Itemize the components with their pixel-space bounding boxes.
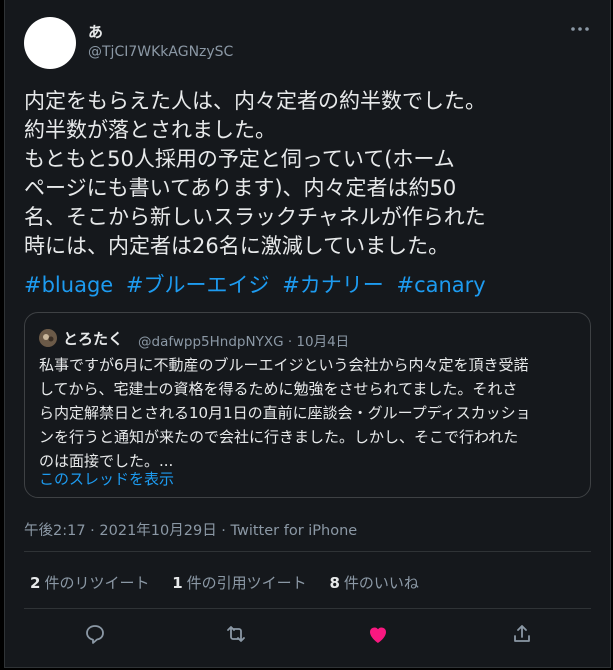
quoted-text-line: ら内定解禁日とされる10月1日の直前に座談会・グループディスカッショ [39, 404, 531, 422]
hashtag-link[interactable]: #canary [396, 273, 485, 297]
like-count-label: 件のいいね [343, 574, 419, 592]
more-options-icon[interactable] [569, 18, 591, 40]
tweet-text-line: 内定をもらえた人は、内々定者の約半数でした。 [24, 89, 486, 113]
reply-icon[interactable] [83, 622, 107, 646]
hashtag-link[interactable]: #bluage [24, 273, 113, 297]
quoted-text-line: ンを行うと通知が来たので会社に行きました。しかし、そこで行われた [39, 428, 519, 446]
like-count-number: 8 [329, 574, 340, 592]
divider [24, 551, 591, 552]
retweet-count-number: 2 [30, 574, 41, 592]
share-icon[interactable] [510, 622, 534, 646]
quoted-text-line: してから、宅建士の資格を得るために勉強をさせられてました。それさ [39, 380, 518, 398]
user-handle[interactable]: @TjCI7WKkAGNzySC [88, 44, 233, 60]
tweet-text: 内定をもらえた人は、内々定者の約半数でした。 約半数が落とされました。 もともと… [24, 87, 604, 261]
tweet-card: あ @TjCI7WKkAGNzySC 内定をもらえた人は、内々定者の約半数でした… [4, 0, 611, 668]
tweet-text-line: もともと50人採用の予定と伺っていて(ホーム [24, 147, 455, 171]
quote-count[interactable]: 1 件の引用ツイート [172, 572, 306, 593]
tweet-text-line: 名、そこから新しいスラックチャネルが作られた [24, 205, 486, 229]
quoted-display-name[interactable]: とろたく [63, 328, 123, 349]
like-heart-icon[interactable] [366, 622, 390, 646]
retweet-count-label: 件のリツイート [44, 574, 150, 592]
hashtag-link[interactable]: #ブルーエイジ [126, 273, 270, 297]
quoted-handle-date[interactable]: @dafwpp5HndpNYXG · 10月4日 [138, 330, 349, 350]
retweet-count[interactable]: 2 件のリツイート [30, 572, 149, 593]
quoted-text-line: 私事ですが6月に不動産のブルーエイジという会社から内々定を頂き受諾 [39, 356, 529, 374]
display-name[interactable]: あ [88, 21, 103, 42]
quoted-tweet[interactable]: とろたく @dafwpp5HndpNYXG · 10月4日 私事ですが6月に不動… [24, 312, 591, 498]
quoted-avatar[interactable] [39, 329, 57, 347]
tweet-text-line: 時には、内定者は26名に激減していました。 [24, 234, 450, 258]
divider [24, 608, 591, 609]
quote-count-number: 1 [172, 574, 183, 592]
hashtags: #bluage #ブルーエイジ #カナリー #canary [24, 271, 492, 300]
quote-count-label: 件の引用ツイート [186, 574, 307, 592]
engagement-stats: 2 件のリツイート 1 件の引用ツイート 8 件のいいね [30, 572, 437, 593]
tweet-meta[interactable]: 午後2:17 · 2021年10月29日 · Twitter for iPhon… [24, 519, 357, 540]
avatar[interactable] [24, 17, 76, 69]
show-thread-link[interactable]: このスレッドを表示 [39, 468, 174, 489]
tweet-text-line: 約半数が落とされました。 [24, 118, 276, 142]
like-count[interactable]: 8 件のいいね [329, 572, 418, 593]
hashtag-link[interactable]: #カナリー [282, 273, 384, 297]
retweet-icon[interactable] [224, 622, 248, 646]
quoted-text: 私事ですが6月に不動産のブルーエイジという会社から内々定を頂き受諾 してから、宅… [39, 353, 584, 473]
tweet-text-line: ページにも書いてあります)、内々定者は約50 [24, 176, 457, 200]
